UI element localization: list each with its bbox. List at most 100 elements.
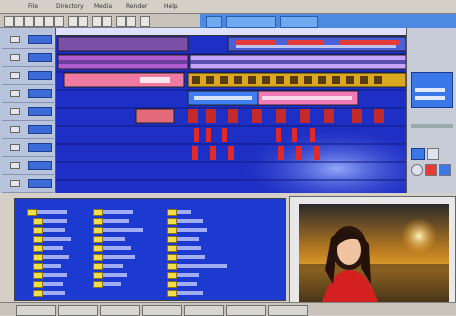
folder-icon[interactable] — [93, 272, 103, 279]
track-name[interactable] — [28, 35, 52, 44]
track-header[interactable] — [2, 30, 54, 49]
track-header[interactable] — [2, 48, 54, 67]
pause-button[interactable] — [427, 148, 439, 160]
mute-toggle[interactable] — [10, 162, 20, 169]
folder-label[interactable] — [177, 291, 203, 295]
redo-icon[interactable] — [78, 16, 88, 27]
new-icon[interactable] — [4, 16, 14, 27]
settings-icon[interactable] — [140, 16, 150, 27]
folder-icon[interactable] — [33, 272, 43, 279]
effects-slider[interactable] — [415, 96, 445, 100]
folder-icon[interactable] — [167, 263, 177, 270]
folder-label[interactable] — [43, 282, 63, 286]
mute-toggle[interactable] — [10, 54, 20, 61]
status-tab[interactable] — [142, 305, 182, 316]
folder-icon[interactable] — [33, 263, 43, 270]
folder-label[interactable] — [177, 210, 191, 214]
menu-directory[interactable]: Directory — [56, 3, 84, 10]
mute-toggle[interactable] — [10, 108, 20, 115]
folder-icon[interactable] — [93, 236, 103, 243]
navigator-segment[interactable] — [226, 16, 276, 28]
folder-icon[interactable] — [167, 218, 177, 225]
folder-icon[interactable] — [167, 290, 177, 297]
mute-toggle[interactable] — [10, 90, 20, 97]
zoom-icon[interactable] — [102, 16, 112, 27]
loop-button[interactable] — [411, 164, 423, 176]
folder-icon[interactable] — [167, 227, 177, 234]
folder-label[interactable] — [177, 228, 207, 232]
folder-label[interactable] — [37, 210, 67, 214]
folder-icon[interactable] — [33, 245, 43, 252]
folder-icon[interactable] — [167, 236, 177, 243]
folder-label[interactable] — [177, 282, 197, 286]
track-name[interactable] — [28, 125, 52, 134]
status-tab[interactable] — [58, 305, 98, 316]
track-header[interactable] — [2, 174, 54, 193]
folder-label[interactable] — [177, 237, 199, 241]
folder-icon[interactable] — [167, 254, 177, 261]
folder-label[interactable] — [103, 228, 143, 232]
time-ruler[interactable] — [56, 28, 406, 36]
track-name[interactable] — [28, 53, 52, 62]
folder-label[interactable] — [43, 246, 63, 250]
folder-label[interactable] — [43, 273, 67, 277]
status-tab[interactable] — [226, 305, 266, 316]
folder-label[interactable] — [103, 246, 131, 250]
undo-icon[interactable] — [68, 16, 78, 27]
folder-icon[interactable] — [93, 281, 103, 288]
track-header[interactable] — [2, 156, 54, 175]
menu-help[interactable]: Help — [164, 3, 178, 10]
folder-label[interactable] — [103, 219, 129, 223]
folder-label[interactable] — [103, 273, 127, 277]
track-header[interactable] — [2, 66, 54, 85]
navigator-bar[interactable] — [200, 14, 456, 28]
status-tab[interactable] — [184, 305, 224, 316]
effects-slider[interactable] — [415, 88, 445, 92]
folder-icon[interactable] — [33, 254, 43, 261]
folder-icon[interactable] — [93, 254, 103, 261]
menu-media[interactable]: Media — [94, 3, 112, 10]
track-name[interactable] — [28, 143, 52, 152]
folder-icon[interactable] — [93, 263, 103, 270]
volume-slider[interactable] — [411, 124, 453, 128]
record-button[interactable] — [425, 164, 437, 176]
folder-label[interactable] — [43, 291, 65, 295]
folder-label[interactable] — [43, 219, 67, 223]
timeline[interactable] — [56, 28, 406, 193]
folder-label[interactable] — [103, 282, 121, 286]
play-icon[interactable] — [116, 16, 126, 27]
folder-icon[interactable] — [33, 218, 43, 225]
track-name[interactable] — [28, 71, 52, 80]
folder-icon[interactable] — [167, 245, 177, 252]
track-name[interactable] — [28, 161, 52, 170]
folder-label[interactable] — [103, 264, 123, 268]
paste-icon[interactable] — [54, 16, 64, 27]
track-header[interactable] — [2, 84, 54, 103]
folder-label[interactable] — [103, 210, 133, 214]
folder-label[interactable] — [177, 264, 227, 268]
track-name[interactable] — [28, 179, 52, 188]
navigator-segment[interactable] — [206, 16, 222, 28]
folder-icon[interactable] — [167, 272, 177, 279]
mute-toggle[interactable] — [10, 126, 20, 133]
play-button[interactable] — [411, 148, 425, 160]
folder-label[interactable] — [43, 228, 65, 232]
folder-icon[interactable] — [33, 227, 43, 234]
folder-label[interactable] — [177, 273, 199, 277]
status-tab[interactable] — [100, 305, 140, 316]
mute-toggle[interactable] — [10, 72, 20, 79]
stop-button[interactable] — [439, 164, 451, 176]
folder-label[interactable] — [43, 264, 61, 268]
status-tab[interactable] — [16, 305, 56, 316]
folder-icon[interactable] — [93, 218, 103, 225]
folder-icon[interactable] — [33, 281, 43, 288]
folder-icon[interactable] — [33, 236, 43, 243]
folder-label[interactable] — [103, 237, 125, 241]
folder-icon[interactable] — [93, 227, 103, 234]
folder-icon[interactable] — [27, 209, 37, 216]
folder-label[interactable] — [177, 255, 205, 259]
folder-label[interactable] — [177, 246, 201, 250]
save-icon[interactable] — [24, 16, 34, 27]
mute-toggle[interactable] — [10, 144, 20, 151]
menu-render[interactable]: Render — [126, 3, 147, 10]
